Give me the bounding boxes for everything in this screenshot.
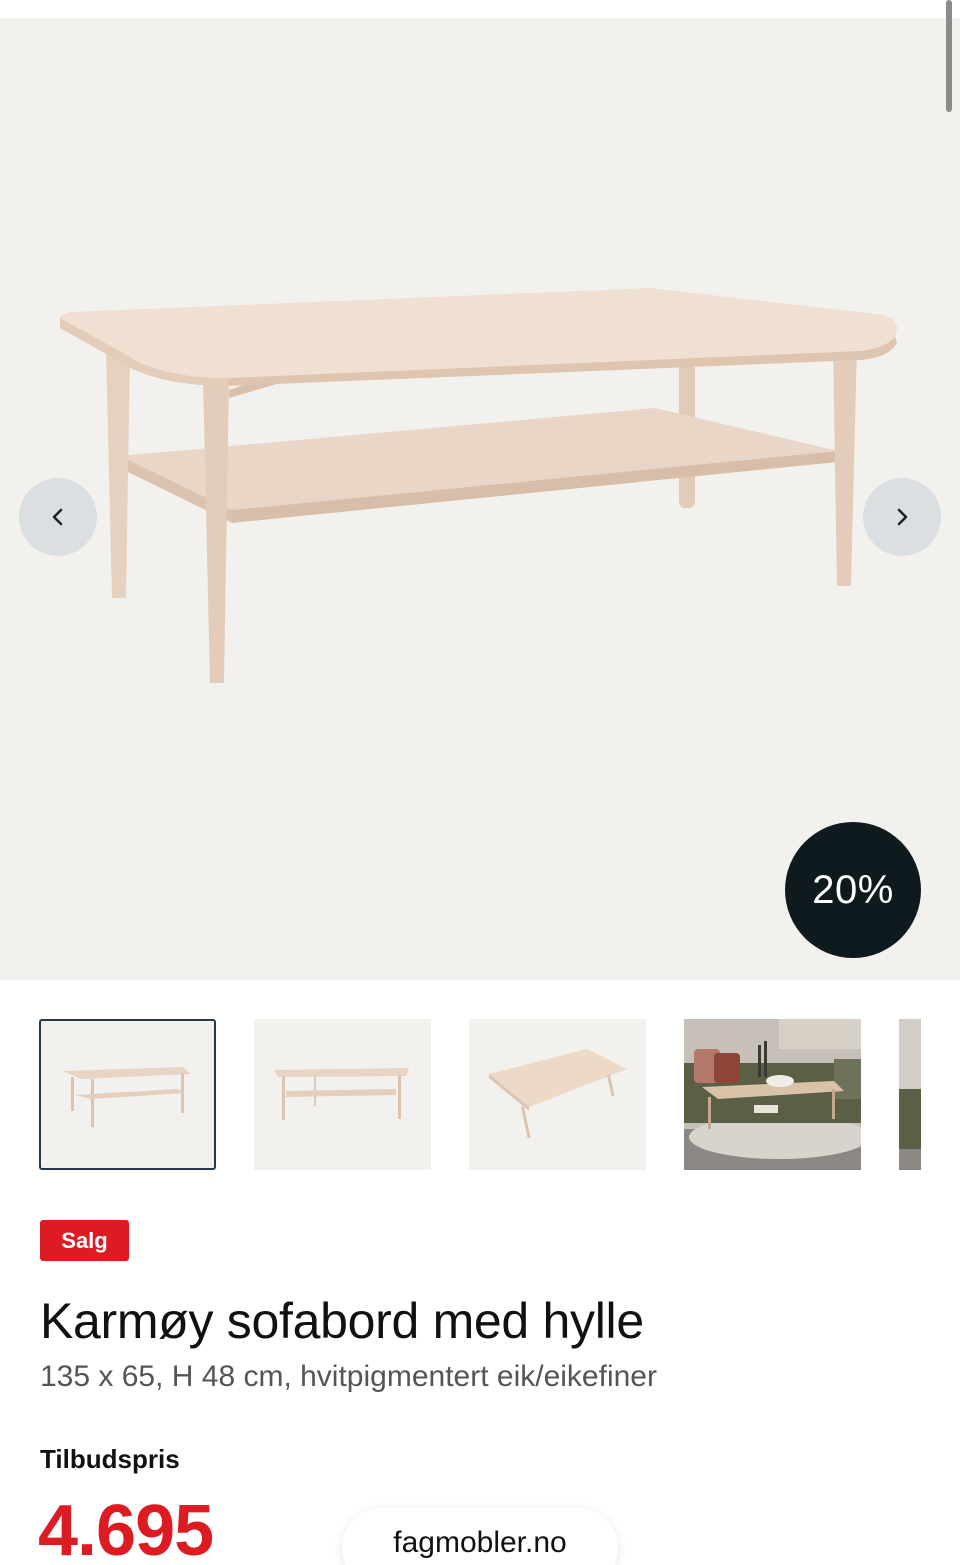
thumbnail-5[interactable] [899, 1019, 921, 1170]
gallery-next-button[interactable] [863, 478, 941, 556]
product-dimensions: 135 x 65, H 48 cm, hvitpigmentert eik/ei… [40, 1360, 657, 1393]
chevron-left-icon [52, 508, 63, 526]
browser-url-bar[interactable]: fagmobler.no [342, 1508, 618, 1565]
url-text: fagmobler.no [393, 1526, 567, 1559]
thumbnail-4[interactable] [684, 1019, 861, 1170]
gallery-prev-button[interactable] [19, 478, 97, 556]
thumbnail-image [489, 1049, 627, 1139]
page-scrollbar[interactable] [946, 0, 952, 112]
thumbnail-image [684, 1019, 861, 1170]
thumbnail-2[interactable] [254, 1019, 431, 1170]
thumbnail-1[interactable] [39, 1019, 216, 1170]
product-title: Karmøy sofabord med hylle [40, 1293, 644, 1349]
thumbnail-image [274, 1068, 409, 1120]
thumbnail-image [899, 1019, 921, 1170]
thumbnail-strip [0, 1018, 960, 1172]
product-image-gallery[interactable]: 20% [0, 18, 960, 980]
thumbnail-image [63, 1067, 191, 1127]
product-price: 4.695 [38, 1491, 214, 1565]
price-label: Tilbudspris [40, 1444, 180, 1474]
chevron-right-icon [897, 508, 908, 526]
sale-badge: Salg [40, 1220, 129, 1261]
thumbnail-3[interactable] [469, 1019, 646, 1170]
discount-badge: 20% [785, 822, 921, 958]
